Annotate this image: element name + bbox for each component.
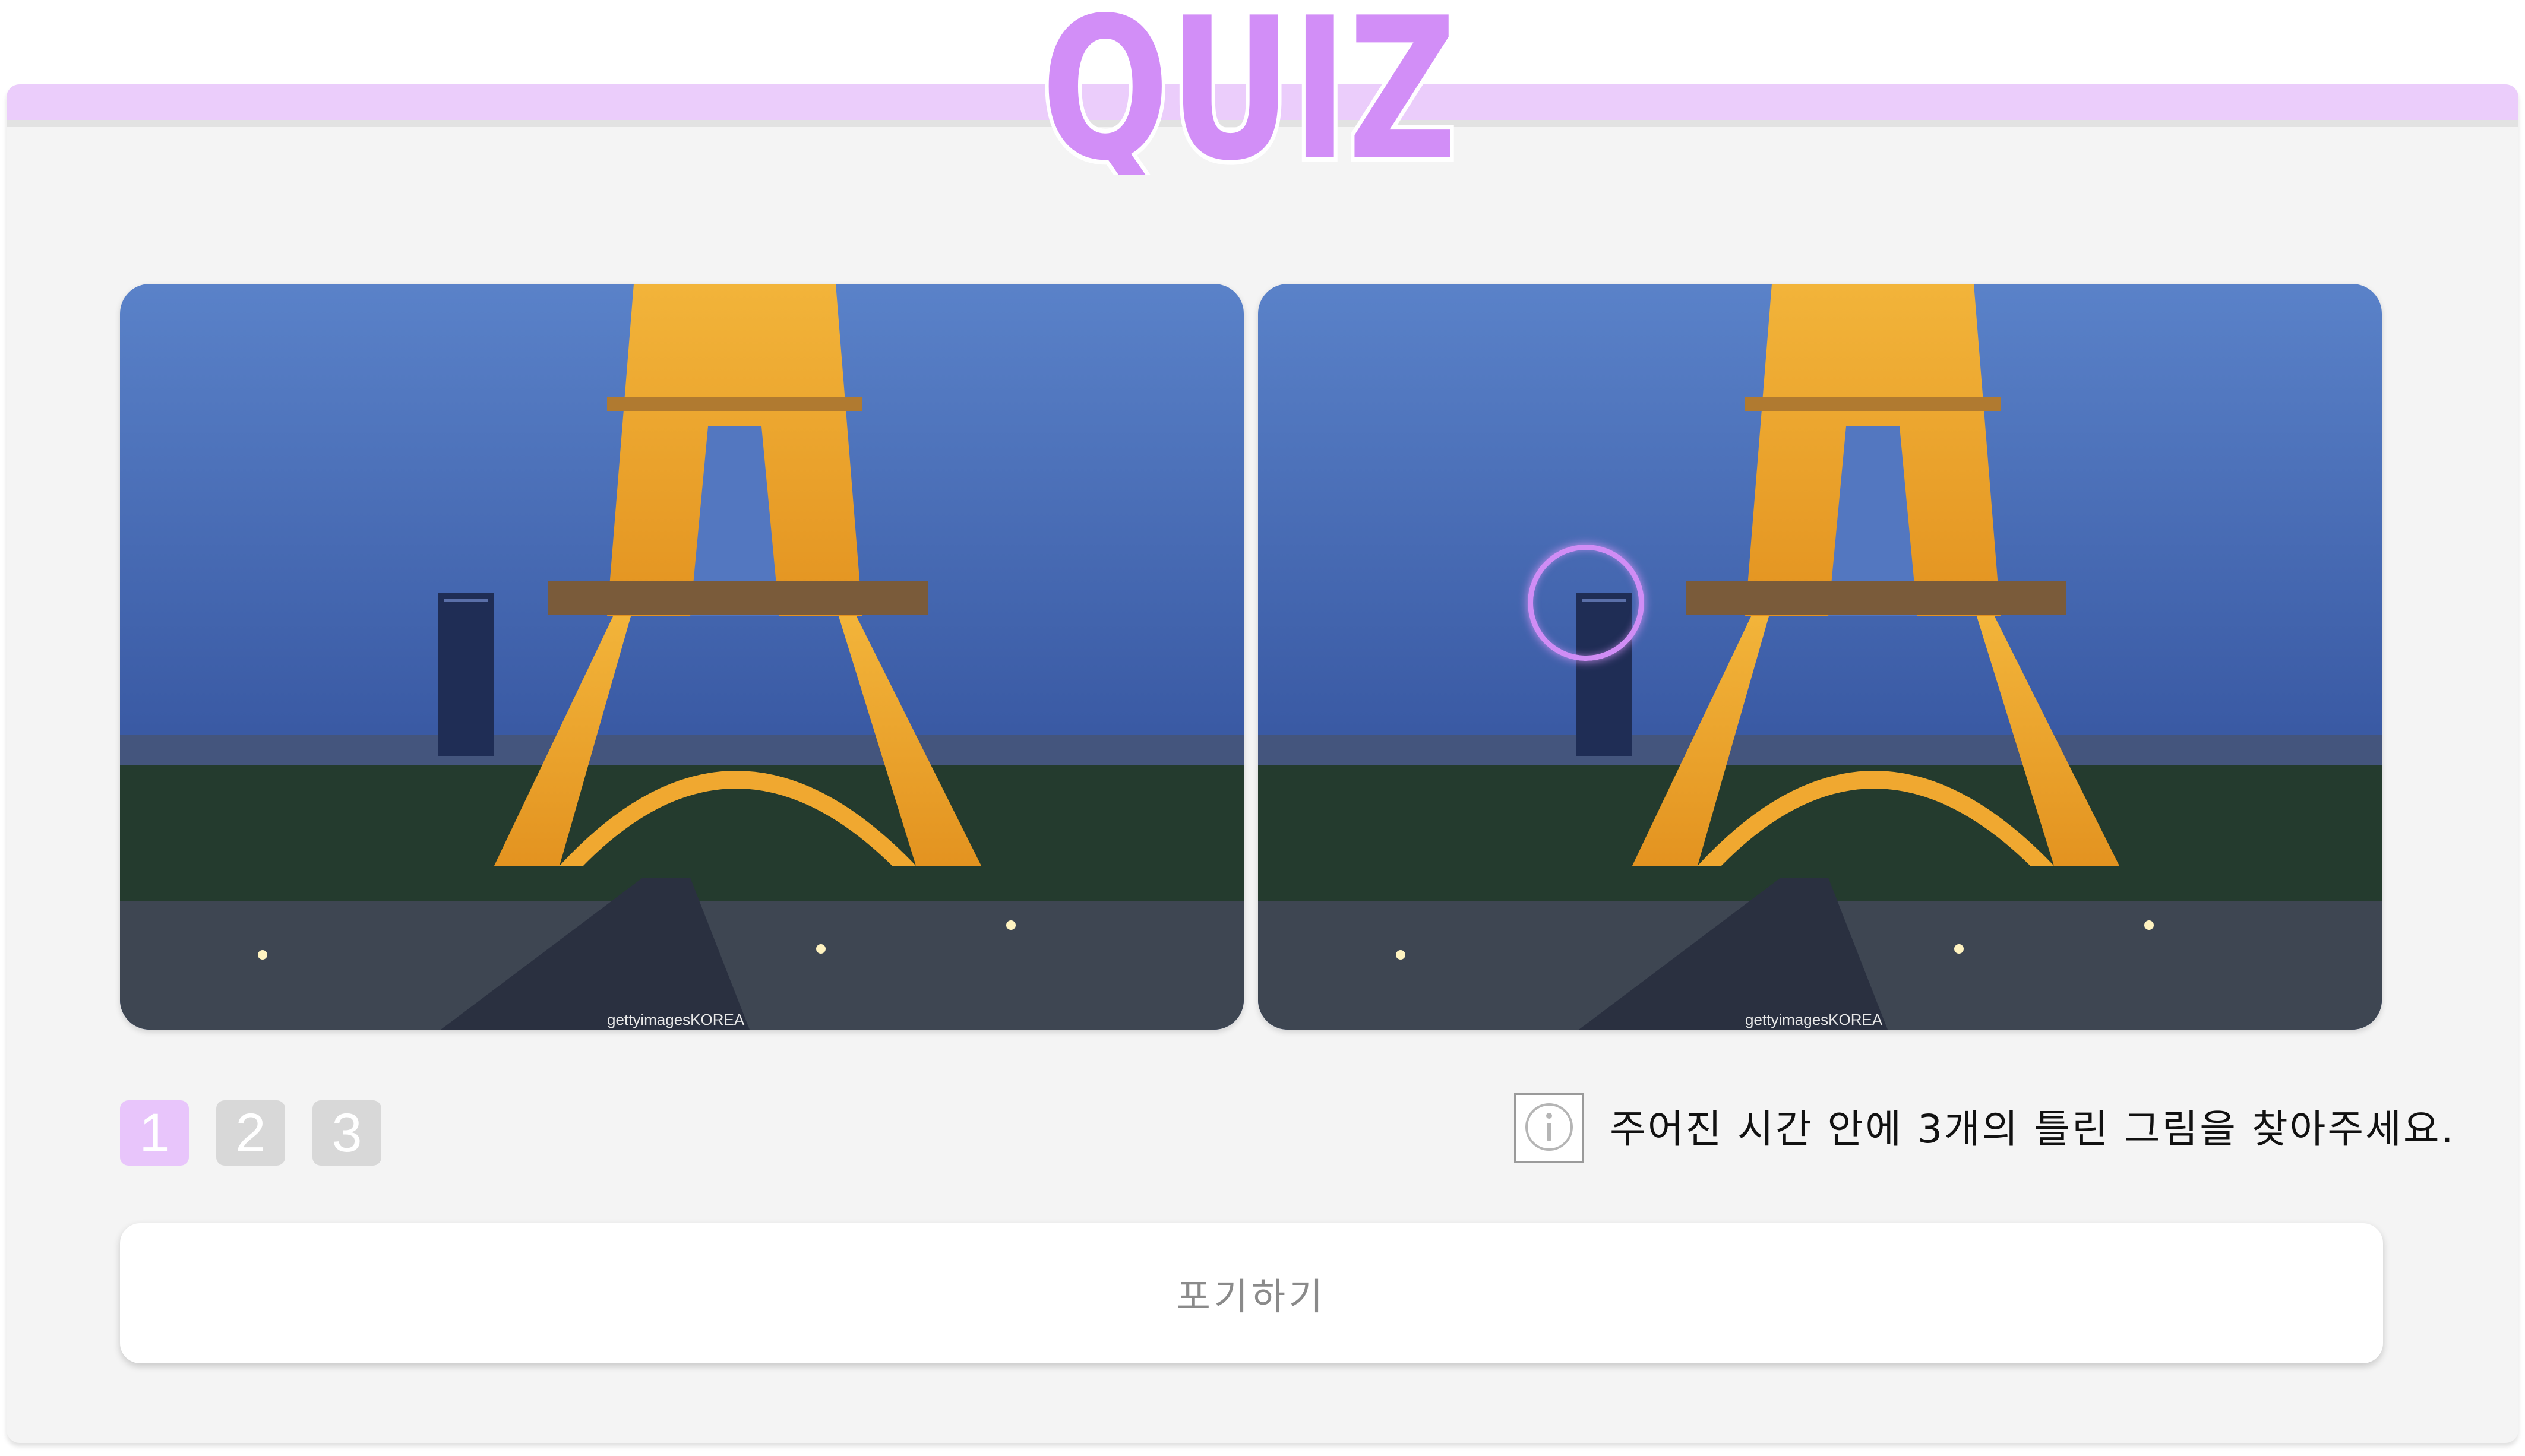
step-2[interactable]: 2 bbox=[216, 1100, 285, 1166]
original-image[interactable]: gettyimagesKOREA bbox=[120, 284, 1244, 1030]
found-difference-marker bbox=[1528, 545, 1644, 661]
instruction-text: 주어진 시간 안에 3개의 틀린 그림을 찾아주세요. bbox=[1610, 1106, 2456, 1152]
left-image-watermark: gettyimagesKOREA bbox=[607, 1011, 745, 1028]
quiz-title-logo: QUIZ bbox=[1031, 0, 1467, 208]
info-circle-icon bbox=[1522, 1100, 1576, 1156]
right-image-watermark: gettyimagesKOREA bbox=[1745, 1011, 1883, 1028]
step-3[interactable]: 3 bbox=[312, 1100, 381, 1166]
step-1[interactable]: 1 bbox=[120, 1100, 189, 1166]
info-button[interactable] bbox=[1514, 1093, 1584, 1163]
give-up-button[interactable]: 포기하기 bbox=[120, 1223, 2383, 1363]
page-title: QUIZ bbox=[1041, 0, 1457, 175]
altered-image[interactable]: gettyimagesKOREA bbox=[1258, 284, 2382, 1030]
